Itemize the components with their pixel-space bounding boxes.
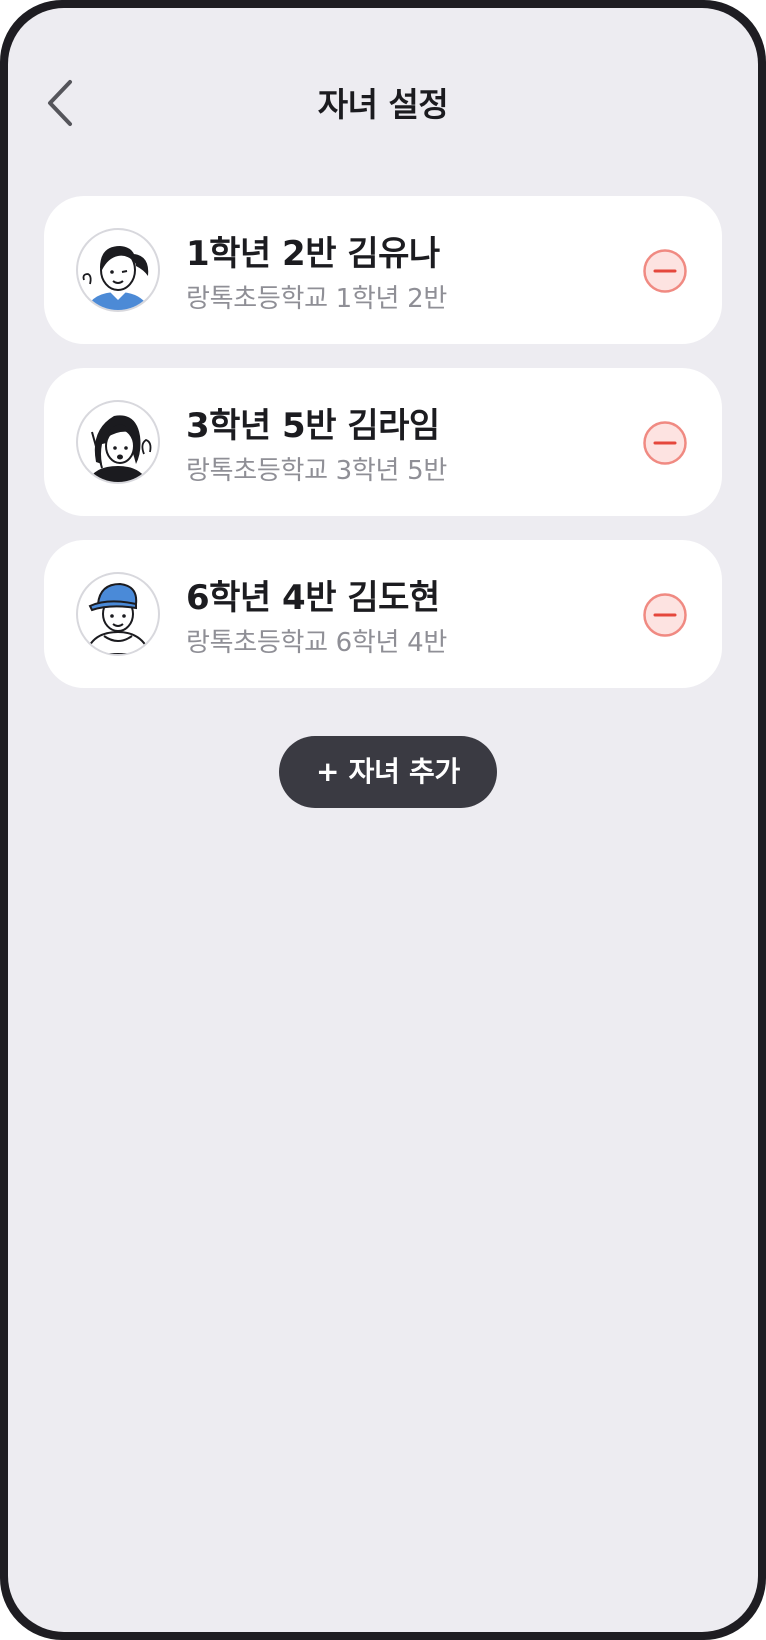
child-card[interactable]: 6학년 4반 김도현 랑톡초등학교 6학년 4반 (44, 540, 722, 688)
child-name: 1학년 2반 김유나 (186, 234, 440, 274)
page-title: 자녀 설정 (317, 85, 449, 124)
screen: 자녀 설정 1학년 2반 김유나 랑톡초등학교 1학년 2반 3학년 5반 김라… (8, 8, 758, 1632)
boy-cap-avatar-icon (84, 582, 152, 654)
device-frame: 자녀 설정 1학년 2반 김유나 랑톡초등학교 1학년 2반 3학년 5반 김라… (0, 0, 766, 1640)
child-avatar-2 (76, 400, 160, 484)
remove-child-button[interactable] (642, 248, 688, 294)
add-child-button[interactable]: + 자녀 추가 (279, 736, 497, 808)
header: 자녀 설정 (8, 68, 758, 138)
child-school: 랑톡초등학교 1학년 2반 (186, 284, 447, 314)
child-avatar-3 (76, 572, 160, 656)
child-name: 6학년 4반 김도현 (186, 578, 440, 618)
remove-child-button[interactable] (642, 420, 688, 466)
child-card[interactable]: 3학년 5반 김라임 랑톡초등학교 3학년 5반 (44, 368, 722, 516)
girl-ponytail-avatar-icon (82, 246, 150, 310)
girl-waving-avatar-icon (88, 415, 152, 482)
child-school: 랑톡초등학교 6학년 4반 (186, 628, 447, 658)
child-card[interactable]: 1학년 2반 김유나 랑톡초등학교 1학년 2반 (44, 196, 722, 344)
minus-circle-icon (643, 421, 687, 465)
child-avatar-1 (76, 228, 160, 312)
remove-child-button[interactable] (642, 592, 688, 638)
minus-circle-icon (643, 593, 687, 637)
child-name: 3학년 5반 김라임 (186, 406, 440, 446)
minus-circle-icon (643, 249, 687, 293)
child-school: 랑톡초등학교 3학년 5반 (186, 456, 447, 486)
